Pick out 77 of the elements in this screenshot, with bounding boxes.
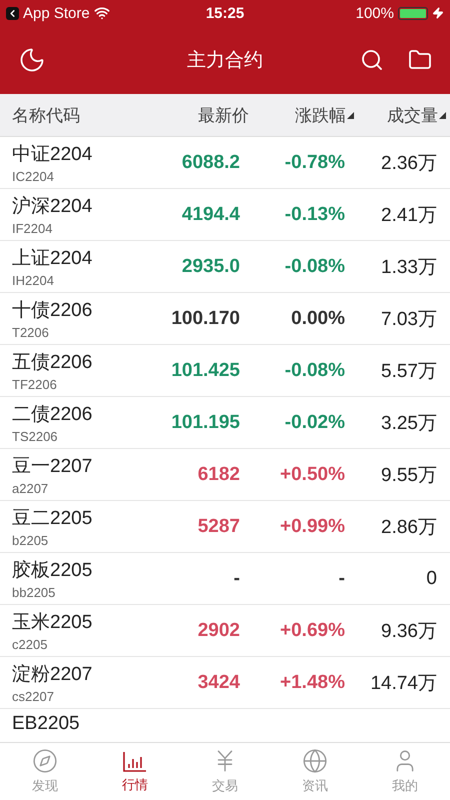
volume-cell-text: 7.03万 — [380, 308, 437, 332]
contract-name: 淀粉2207 — [12, 663, 94, 687]
contract-code: TS2206 — [12, 429, 59, 444]
battery-percent: 100% — [356, 4, 394, 22]
bar-chart-icon — [122, 749, 148, 773]
change-cell-text: -0.08% — [284, 360, 345, 382]
volume-cell-text: 0 — [425, 568, 437, 590]
change-cell-text: 0.00% — [290, 308, 345, 330]
volume-cell-text: 2.41万 — [380, 204, 437, 228]
change-cell-text: +1.48% — [279, 672, 345, 694]
contract-code: T2206 — [12, 325, 50, 340]
battery-icon — [398, 6, 428, 20]
status-time: 15:25 — [206, 4, 244, 22]
change-cell-text: - — [338, 568, 345, 590]
wifi-icon — [94, 5, 110, 21]
price-cell-text: - — [232, 568, 240, 590]
column-header: 最新价 — [198, 104, 249, 126]
contract-name: 中证2204 — [12, 143, 94, 167]
contract-code: b2205 — [12, 533, 50, 548]
contract-code: cs2207 — [12, 689, 55, 704]
contract-code: TF2206 — [12, 377, 58, 392]
volume-cell-text: 1.33万 — [380, 256, 437, 280]
contract-name: 上证2204 — [12, 247, 94, 271]
price-cell-text: 2935.0 — [180, 256, 240, 278]
price-cell-text: 4194.4 — [180, 204, 240, 226]
contract-code: bb2205 — [12, 585, 56, 600]
back-icon[interactable] — [6, 6, 19, 20]
volume-cell-text: 9.36万 — [380, 620, 437, 644]
price-cell-text: 100.170 — [170, 308, 240, 330]
price-cell-text: 101.425 — [170, 360, 240, 382]
volume-cell-text: 2.86万 — [380, 516, 437, 540]
price-cell-text: 5287 — [196, 516, 240, 538]
volume-cell-text: 5.57万 — [380, 360, 437, 384]
volume-cell-text: 2.36万 — [380, 152, 437, 176]
column-header[interactable]: 涨跌幅 — [295, 104, 346, 126]
contract-name: 二债2206 — [12, 403, 94, 427]
price-cell-text: 3424 — [196, 672, 240, 694]
back-link[interactable]: App Store — [23, 4, 90, 22]
contract-code: IH2204 — [12, 273, 55, 288]
compass-icon — [32, 748, 58, 774]
price-cell-text: 101.195 — [170, 412, 240, 434]
contract-name: 胶板2205 — [12, 559, 94, 583]
sort-icon — [347, 112, 354, 118]
folder-icon[interactable] — [408, 48, 432, 72]
moon-icon[interactable] — [18, 46, 46, 74]
contract-name: 豆一2207 — [12, 455, 94, 479]
contract-name: 五债2206 — [12, 351, 94, 375]
sort-icon — [439, 112, 446, 118]
search-icon[interactable] — [360, 48, 384, 72]
tab-item[interactable]: 行情 — [90, 743, 180, 800]
charging-icon — [432, 7, 444, 19]
price-cell-text: 2902 — [196, 620, 240, 642]
contract-name: 沪深2204 — [12, 194, 94, 219]
contract-code: IC2204 — [12, 169, 55, 184]
change-cell-text: -0.13% — [284, 204, 345, 226]
page-title: 主力合约 — [186, 49, 264, 73]
contract-name: 十债2206 — [12, 299, 94, 323]
change-cell-text: -0.78% — [284, 152, 345, 174]
change-cell-text: -0.08% — [284, 256, 345, 278]
contract-code: c2205 — [12, 637, 48, 652]
change-cell-text: -0.02% — [284, 412, 345, 434]
column-header[interactable]: 成交量 — [387, 104, 438, 126]
contract-name: EB2205 — [12, 713, 81, 735]
contract-name: 玉米2205 — [12, 611, 94, 635]
volume-cell-text: 9.55万 — [380, 464, 437, 488]
contract-name: 豆二2205 — [12, 507, 94, 531]
price-cell-text: 6182 — [196, 464, 240, 486]
contract-code: a2207 — [12, 481, 50, 496]
globe-icon — [302, 748, 328, 774]
change-cell-text: +0.99% — [279, 516, 345, 538]
price-cell-text: 6088.2 — [180, 152, 240, 174]
change-cell-text: +0.69% — [279, 620, 345, 642]
volume-cell-text: 3.25万 — [380, 412, 437, 436]
contract-code: IF2204 — [12, 221, 54, 236]
change-cell-text: +0.50% — [279, 464, 345, 486]
column-header: 名称代码 — [12, 104, 80, 126]
volume-cell-text: 14.74万 — [369, 672, 437, 696]
